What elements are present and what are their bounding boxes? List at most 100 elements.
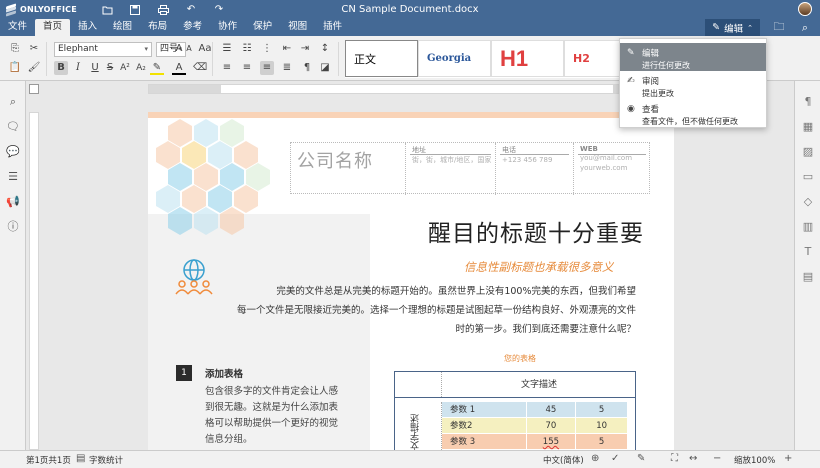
paragraph-marks-icon[interactable]: ¶	[300, 61, 314, 75]
paste-icon[interactable]: 📋	[8, 61, 22, 75]
data-table[interactable]: 文字描述 文字描述 参数 1 45 5 参数2 70 10 参数 3 155 5	[394, 371, 636, 450]
paragraph-line: 每一个文件是无限接近完美的。选择一个理想的标题是试图起草一份结构良好、外观漂亮的…	[236, 305, 636, 316]
open-location-icon[interactable]	[100, 4, 114, 16]
paragraph-settings-icon[interactable]: ¶	[801, 95, 815, 109]
image-settings-icon[interactable]: ▨	[801, 145, 815, 159]
subscript-icon[interactable]: A₂	[134, 61, 148, 75]
word-count[interactable]: 字数统计	[89, 454, 123, 466]
print-icon[interactable]	[156, 4, 170, 16]
edit-mode-button[interactable]: ✎ 编辑 ⌃	[705, 19, 760, 36]
tab-home[interactable]: 首页	[35, 19, 71, 36]
tab-file[interactable]: 文件	[0, 19, 35, 36]
globe-icon[interactable]: ⊕	[591, 453, 599, 464]
font-name-value: Elephant	[58, 44, 98, 54]
paragraph-line: 时的第一步。我们到底还需要注意什么呢？	[455, 324, 636, 335]
language-select[interactable]: 中文(简体)	[543, 454, 584, 466]
tab-view[interactable]: 视图	[280, 19, 315, 36]
mode-option-title: 查看	[642, 105, 660, 115]
table-cell: 5	[575, 402, 627, 417]
track-changes-icon[interactable]: ✎	[637, 453, 645, 464]
fit-width-icon[interactable]: ↔	[689, 453, 697, 464]
comments-icon[interactable]: 🗨	[6, 120, 20, 134]
paragraph-line: 完美的文件总是从完美的标题开始的。虽然世界上没有100%完美的东西，但我们希望	[276, 286, 636, 297]
style-georgia-label: Georgia	[427, 53, 472, 64]
table-settings-icon[interactable]: ▦	[801, 120, 815, 134]
spellcheck-icon[interactable]: ✓	[611, 453, 619, 464]
user-avatar[interactable]	[798, 2, 812, 16]
tab-protection[interactable]: 保护	[245, 19, 280, 36]
tab-plugins[interactable]: 插件	[315, 19, 350, 36]
justify-icon[interactable]: ≣	[280, 61, 294, 75]
navigation-icon[interactable]: ☰	[6, 170, 20, 184]
line-spacing-icon[interactable]: ↕	[318, 42, 332, 56]
clear-style-icon[interactable]: ⌫	[193, 61, 207, 75]
shape-settings-icon[interactable]: ◇	[801, 195, 815, 209]
font-name-select[interactable]: Elephant ▾	[54, 42, 152, 57]
bullets-icon[interactable]: ☰	[220, 42, 234, 56]
table-caption: 您的表格	[504, 354, 536, 363]
save-icon[interactable]	[128, 4, 142, 16]
tab-layout[interactable]: 布局	[140, 19, 175, 36]
chat-icon[interactable]: 💬	[6, 145, 20, 159]
highlight-color-icon[interactable]: ✎	[150, 61, 164, 75]
underline-icon[interactable]: U	[88, 61, 102, 75]
font-color-icon[interactable]: A	[172, 61, 186, 75]
decrease-font-icon[interactable]: A	[182, 42, 196, 56]
table-row: 参数 1 45 5	[442, 402, 627, 418]
document-page[interactable]: 公司名称 地址 街，街，城市/地区，国家 电话 +123 456 789 WEB…	[148, 112, 674, 450]
chart-settings-icon[interactable]: ▥	[801, 220, 815, 234]
mode-option-view[interactable]: ◉ 查看 查看文件，但不做任何更改	[620, 99, 766, 127]
company-name: 公司名称	[297, 151, 373, 172]
style-h1[interactable]: H1	[491, 40, 564, 77]
italic-icon[interactable]: I	[71, 61, 85, 75]
style-normal-label: 正文	[354, 52, 376, 66]
page-info[interactable]: 第1页共1页	[26, 454, 71, 466]
about-icon[interactable]: ⓘ	[6, 220, 20, 234]
company-header: 公司名称 地址 街，街，城市/地区，国家 电话 +123 456 789 WEB…	[290, 142, 650, 195]
right-panel: ¶ ▦ ▨ ▭ ◇ ▥ T ▤	[794, 81, 820, 450]
mode-option-review[interactable]: ✍ 审阅 提出更改	[620, 71, 766, 99]
strikethrough-icon[interactable]: S	[103, 61, 117, 75]
search-icon[interactable]: ⌕	[798, 21, 812, 35]
feedback-icon[interactable]: 📢	[6, 195, 20, 209]
vertical-ruler[interactable]	[29, 112, 39, 450]
align-left-icon[interactable]: ≡	[220, 61, 234, 75]
bold-icon[interactable]: B	[54, 61, 68, 75]
multilevel-list-icon[interactable]: ⋮	[260, 42, 274, 56]
numbering-icon[interactable]: ☷	[240, 42, 254, 56]
align-right-icon[interactable]: ≡	[260, 61, 274, 75]
format-painter-icon[interactable]: 🖌	[27, 61, 41, 75]
tab-insert[interactable]: 插入	[70, 19, 105, 36]
undo-icon[interactable]: ↶	[184, 4, 198, 16]
brand-name: ONLYOFFICE	[20, 5, 77, 14]
fit-page-icon[interactable]: ⛶	[671, 453, 678, 464]
increase-indent-icon[interactable]: ⇥	[298, 42, 312, 56]
zoom-in-icon[interactable]: +	[784, 453, 792, 464]
web-block: WEB you@mail.com yourweb.com	[573, 143, 650, 195]
signature-settings-icon[interactable]: ▤	[801, 270, 815, 284]
chevron-down-icon: ▾	[144, 45, 148, 53]
copy-icon[interactable]: ⎘	[8, 42, 22, 56]
open-folder-icon[interactable]: 🗀	[772, 18, 786, 37]
tab-references[interactable]: 参考	[175, 19, 210, 36]
textart-settings-icon[interactable]: T	[801, 245, 815, 259]
address-value: 街，街，城市/地区，国家	[412, 156, 492, 164]
redo-icon[interactable]: ↷	[212, 4, 226, 16]
horizontal-ruler[interactable]	[148, 84, 674, 94]
address-block: 地址 街，街，城市/地区，国家	[405, 143, 495, 195]
style-normal[interactable]: 正文	[345, 40, 418, 77]
style-georgia[interactable]: Georgia	[418, 40, 491, 77]
mode-option-edit[interactable]: ✎ 编辑 进行任何更改	[620, 43, 766, 71]
search-icon[interactable]: ⌕	[6, 95, 20, 109]
superscript-icon[interactable]: A²	[118, 61, 132, 75]
tab-draw[interactable]: 绘图	[105, 19, 140, 36]
decrease-indent-icon[interactable]: ⇤	[280, 42, 294, 56]
cut-icon[interactable]: ✂	[27, 42, 41, 56]
tab-collaboration[interactable]: 协作	[210, 19, 245, 36]
title-bar: ONLYOFFICE ↶ ↷ CN Sample Document.docx	[0, 0, 820, 19]
shading-icon[interactable]: ◪	[318, 61, 332, 75]
change-case-icon[interactable]: Aa	[198, 42, 212, 56]
header-footer-icon[interactable]: ▭	[801, 170, 815, 184]
zoom-out-icon[interactable]: −	[713, 453, 721, 464]
align-center-icon[interactable]: ≡	[240, 61, 254, 75]
